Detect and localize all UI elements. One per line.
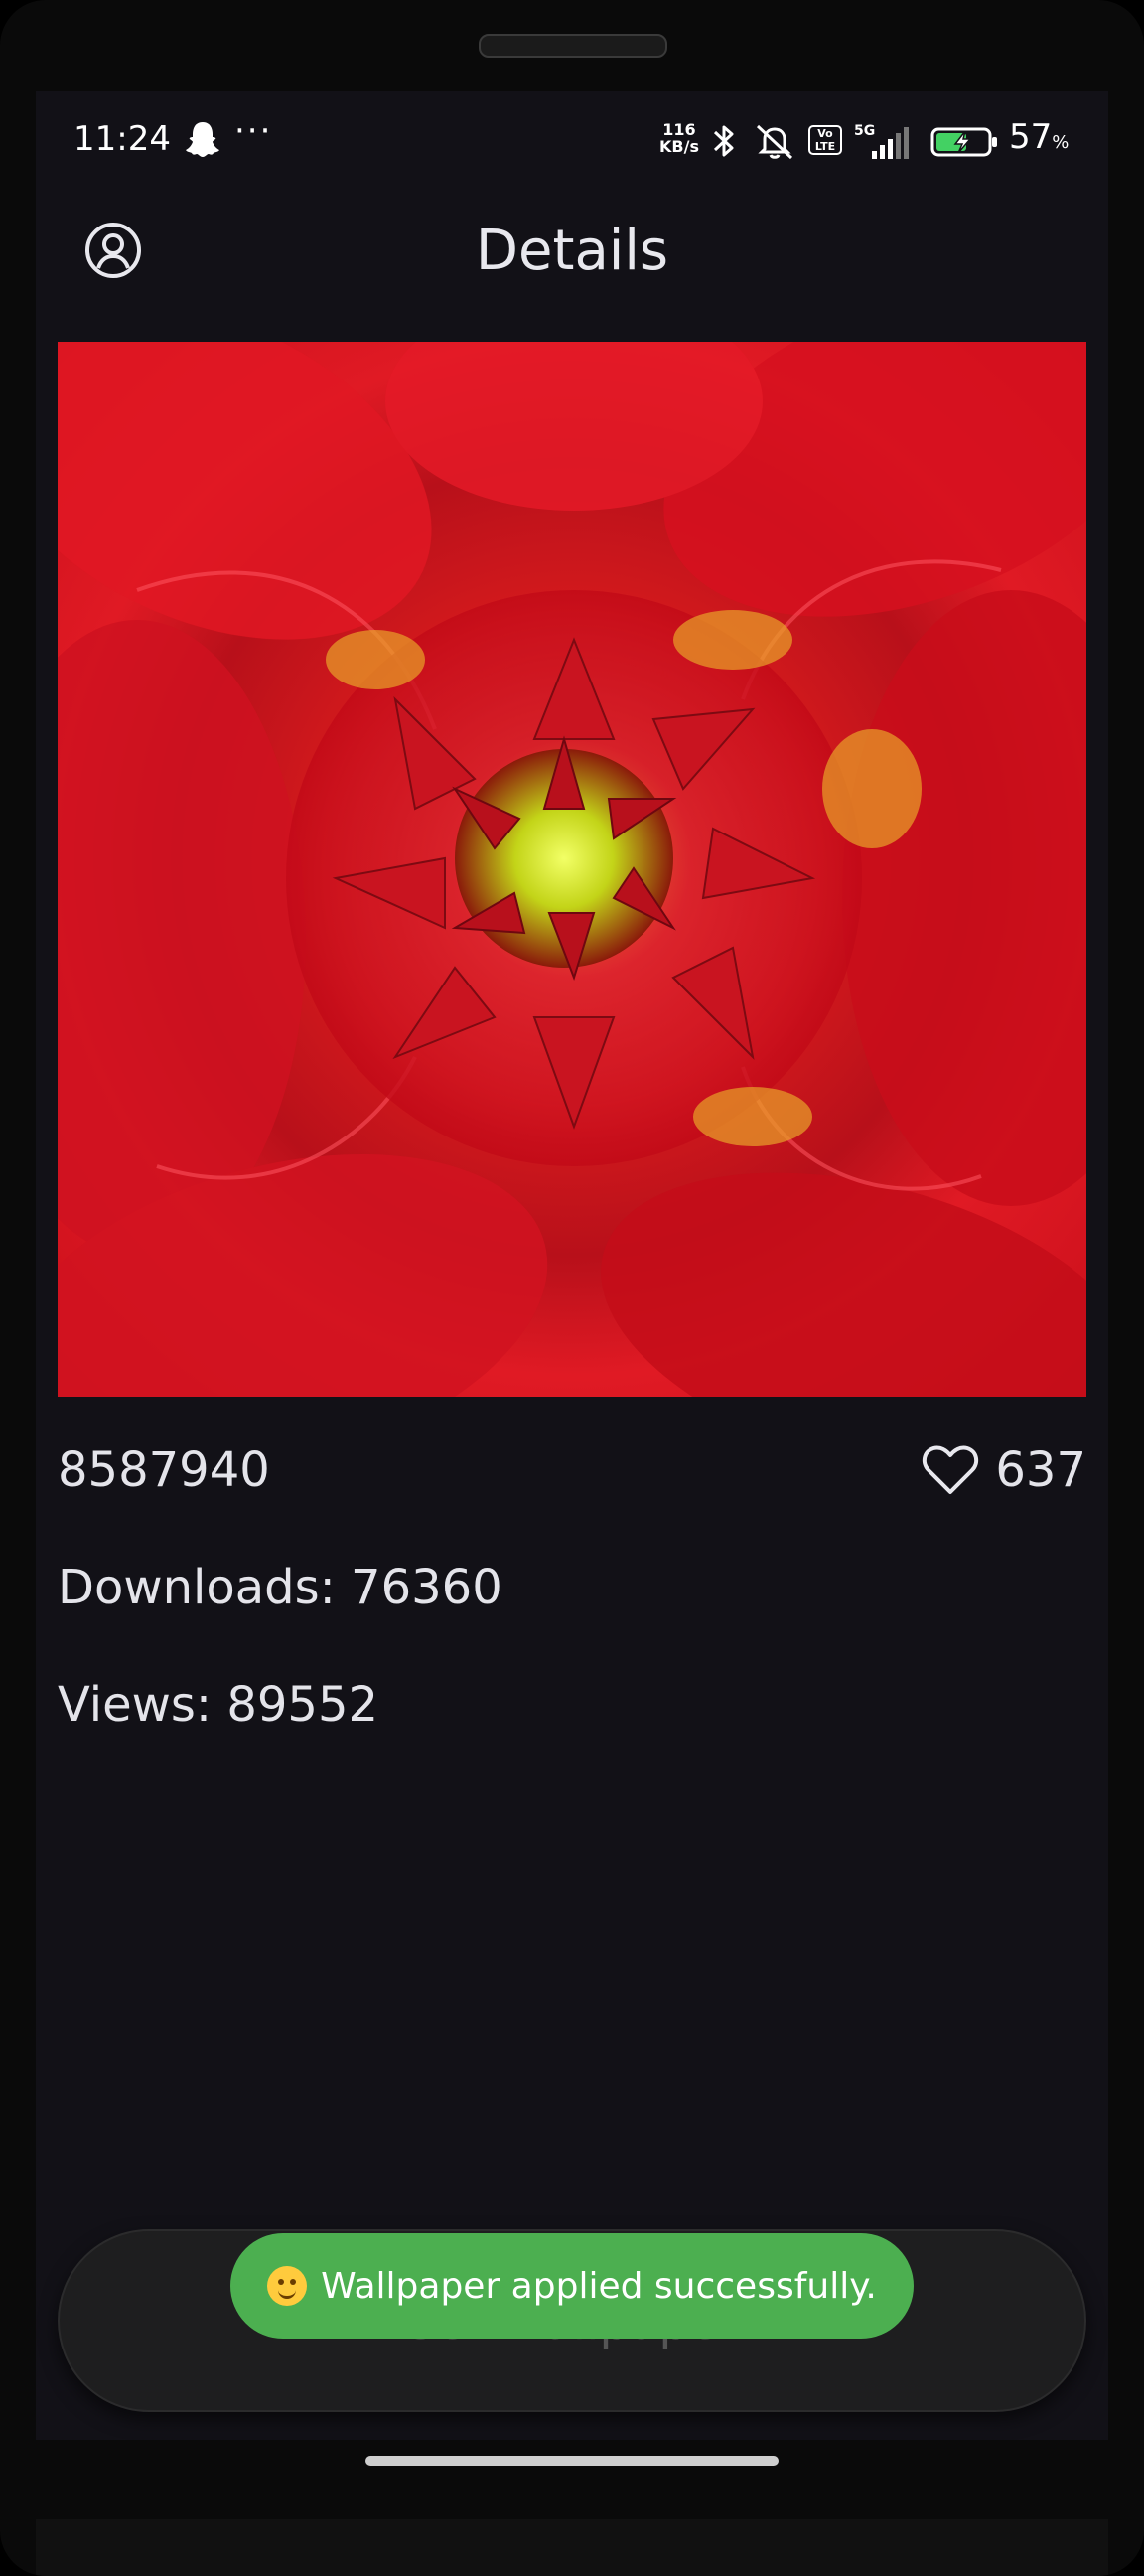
status-time: 11:24: [73, 119, 171, 159]
network-speed: 116 KB/s: [659, 121, 699, 155]
battery-charging-icon: [930, 127, 997, 157]
downloads-count: Downloads: 76360: [58, 1560, 502, 1615]
views-count: Views: 89552: [58, 1677, 379, 1733]
bluetooth-icon: [713, 125, 734, 157]
page-title: Details: [475, 219, 669, 283]
battery-percentage: 57%: [1009, 117, 1069, 157]
toast-message: Wallpaper applied successfully.: [321, 2265, 877, 2307]
battery-percent-value: 57: [1009, 117, 1053, 157]
network-type-label: 5G: [854, 123, 875, 139]
volte-bottom-label: LTE: [814, 140, 836, 153]
smiley-icon: [267, 2266, 308, 2306]
battery-percent-sign: %: [1052, 132, 1070, 153]
network-speed-unit: KB/s: [659, 137, 699, 156]
status-bar: 11:24 ··· 116 KB/s Vo LTE 5G 57%: [36, 91, 1108, 191]
snapchat-ghost-icon: [186, 122, 219, 157]
home-indicator[interactable]: [365, 2456, 779, 2466]
volte-icon: Vo LTE: [808, 125, 842, 155]
volte-top-label: Vo: [817, 127, 833, 140]
more-notifications-icon: ···: [234, 111, 273, 151]
signal-strength-icon: 5G: [854, 123, 909, 159]
bottom-bezel: [36, 2519, 1108, 2576]
wallpaper-image: [58, 342, 1086, 1397]
speaker-grille: [479, 34, 667, 58]
mute-bell-icon: [756, 124, 793, 160]
heart-icon[interactable]: [922, 1444, 979, 1496]
app-header: Details: [36, 201, 1108, 320]
like-count: 637: [995, 1442, 1086, 1498]
wallpaper-id: 8587940: [58, 1442, 270, 1498]
like-button[interactable]: 637: [888, 1435, 1086, 1498]
network-speed-value: 116: [662, 120, 696, 139]
success-toast: Wallpaper applied successfully.: [230, 2233, 914, 2339]
app-screen: 11:24 ··· 116 KB/s Vo LTE 5G 57% Details…: [36, 91, 1108, 2440]
dahlia-flower-illustration: [58, 342, 1086, 1397]
phone-frame: 11:24 ··· 116 KB/s Vo LTE 5G 57% Details…: [0, 0, 1144, 2576]
